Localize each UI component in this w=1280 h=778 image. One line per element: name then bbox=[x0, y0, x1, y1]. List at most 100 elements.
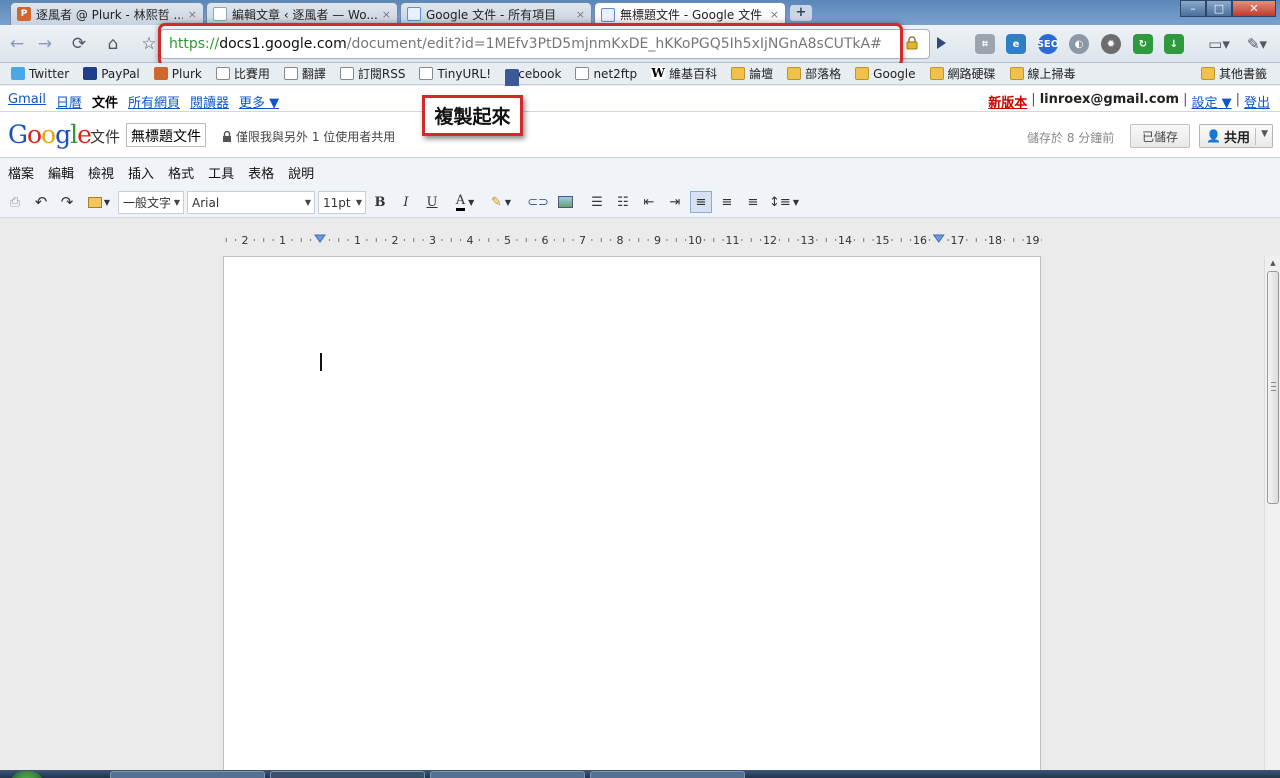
lock-icon[interactable] bbox=[905, 36, 919, 50]
tab-edit-post[interactable]: 編輯文章 ‹ 逐風者 — Wo... × bbox=[206, 2, 398, 25]
menu-insert[interactable]: 插入 bbox=[128, 163, 154, 182]
bookmark-translate[interactable]: 翻譯 bbox=[279, 64, 331, 84]
bookmark-folder-blog[interactable]: 部落格 bbox=[782, 64, 846, 84]
gbar-link-more[interactable]: 更多 ▼ bbox=[239, 92, 279, 111]
align-left-button[interactable]: ≡ bbox=[690, 191, 712, 213]
bookmark-paypal[interactable]: PayPal bbox=[78, 64, 145, 84]
bookmark-folder-online-scan[interactable]: 線上掃毒 bbox=[1005, 64, 1081, 84]
numbered-list-icon[interactable]: ☰ bbox=[588, 192, 606, 212]
chevron-down-icon[interactable]: ▼ bbox=[1261, 129, 1268, 139]
wrench-menu-icon[interactable]: ✎▾ bbox=[1242, 31, 1272, 57]
bookmark-folder-google[interactable]: Google bbox=[850, 64, 920, 84]
taskbar-item[interactable] bbox=[110, 771, 265, 778]
signout-link[interactable]: 登出 bbox=[1244, 92, 1270, 111]
taskbar-item[interactable] bbox=[590, 771, 745, 778]
menu-edit[interactable]: 編輯 bbox=[48, 163, 74, 182]
text-color-button[interactable]: A ▼ bbox=[450, 192, 480, 212]
tab-plurk[interactable]: P 逐風者 @ Plurk - 林熙哲 ... × bbox=[10, 2, 204, 25]
reload-icon[interactable]: ⟳ bbox=[66, 31, 92, 57]
other-bookmarks[interactable]: 其他書籤 bbox=[1196, 63, 1272, 83]
globe-icon[interactable]: ◐ bbox=[1069, 34, 1089, 54]
bookmark-twitter[interactable]: Twitter bbox=[6, 64, 74, 84]
print-icon[interactable]: ⎙ bbox=[6, 192, 24, 212]
new-version-link[interactable]: 新版本 bbox=[988, 92, 1027, 111]
undo-icon[interactable]: ↶ bbox=[32, 192, 50, 212]
maximize-button[interactable]: □ bbox=[1206, 0, 1232, 17]
bookmark-tinyurl[interactable]: TinyURL! bbox=[414, 64, 496, 84]
redo-icon[interactable]: ↷ bbox=[58, 192, 76, 212]
align-right-icon[interactable]: ≡ bbox=[744, 192, 762, 212]
underline-button[interactable]: U bbox=[424, 192, 440, 212]
extension-icon[interactable]: ⌗ bbox=[975, 34, 995, 54]
gbar-link-web[interactable]: 所有網頁 bbox=[128, 92, 180, 111]
close-icon[interactable]: × bbox=[576, 8, 585, 21]
menu-help[interactable]: 說明 bbox=[288, 163, 314, 182]
insert-image-icon[interactable] bbox=[556, 192, 574, 212]
bookmark-rss[interactable]: 訂閱RSS bbox=[335, 64, 411, 84]
scroll-thumb[interactable] bbox=[1267, 271, 1279, 504]
bookmark-plurk[interactable]: Plurk bbox=[149, 64, 207, 84]
new-tab-button[interactable]: + bbox=[790, 5, 812, 21]
font-size-select[interactable]: 11pt ▼ bbox=[318, 191, 366, 214]
close-icon[interactable]: × bbox=[770, 8, 779, 21]
go-icon[interactable] bbox=[934, 36, 948, 50]
taskbar-item[interactable] bbox=[270, 771, 425, 778]
line-spacing-button[interactable]: ↕≡ ▼ bbox=[768, 192, 800, 212]
tab-google-docs-list[interactable]: Google 文件 - 所有項目 × bbox=[400, 2, 592, 25]
address-bar[interactable]: https://docs1.google.com/document/edit?i… bbox=[160, 29, 930, 59]
address-bar-url[interactable]: https://docs1.google.com/document/edit?i… bbox=[169, 36, 882, 52]
close-icon[interactable]: × bbox=[188, 8, 197, 21]
gbar-link-reader[interactable]: 閱讀器 bbox=[190, 92, 229, 111]
google-logo[interactable]: Google bbox=[8, 120, 92, 149]
forward-icon[interactable]: → bbox=[32, 31, 58, 57]
menu-format[interactable]: 格式 bbox=[168, 163, 194, 182]
menu-view[interactable]: 檢視 bbox=[88, 163, 114, 182]
home-icon[interactable]: ⌂ bbox=[100, 31, 126, 57]
start-button[interactable] bbox=[10, 771, 44, 778]
sharing-status[interactable]: 僅限我與另外 1 位使用者共用 bbox=[222, 128, 395, 145]
window-close-button[interactable]: ✕ bbox=[1232, 0, 1276, 17]
bookmark-star-icon[interactable]: ☆ bbox=[136, 31, 162, 57]
link-icon[interactable]: ⊂⊃ bbox=[527, 192, 549, 212]
close-icon[interactable]: × bbox=[382, 8, 391, 21]
download-icon[interactable]: ↓ bbox=[1164, 34, 1184, 54]
tab-untitled-document[interactable]: 無標題文件 - Google 文件 × bbox=[594, 2, 786, 26]
sync-icon[interactable]: ↻ bbox=[1133, 34, 1153, 54]
seo-icon[interactable]: SEO bbox=[1037, 34, 1059, 54]
paint-format-icon[interactable]: ▼ bbox=[84, 192, 114, 212]
page-menu-icon[interactable]: ▭▾ bbox=[1204, 31, 1234, 57]
bookmark-wikipedia[interactable]: W 維基百科 bbox=[646, 64, 722, 84]
scroll-up-arrow[interactable]: ▲ bbox=[1265, 256, 1280, 270]
settings-link[interactable]: 設定 ▼ bbox=[1191, 92, 1231, 111]
bookmark-folder-forum[interactable]: 論壇 bbox=[726, 64, 778, 84]
document-title[interactable]: 無標題文件 bbox=[126, 123, 206, 147]
taskbar-item[interactable] bbox=[430, 771, 585, 778]
bookmark-label: PayPal bbox=[101, 66, 140, 81]
increase-indent-icon[interactable]: ⇥ bbox=[666, 192, 684, 212]
minimize-button[interactable]: – bbox=[1180, 0, 1206, 17]
back-icon[interactable]: ← bbox=[4, 31, 30, 57]
paragraph-style-select[interactable]: 一般文字 ▼ bbox=[118, 191, 184, 214]
gbar-link-calendar[interactable]: 日曆 bbox=[56, 92, 82, 111]
menu-tools[interactable]: 工具 bbox=[208, 163, 234, 182]
bookmark-contest[interactable]: 比賽用 bbox=[211, 64, 275, 84]
align-center-icon[interactable]: ≡ bbox=[718, 192, 736, 212]
bold-button[interactable]: B bbox=[372, 192, 388, 212]
font-select[interactable]: Arial ▼ bbox=[187, 191, 315, 214]
decrease-indent-icon[interactable]: ⇤ bbox=[640, 192, 658, 212]
saved-button[interactable]: 已儲存 bbox=[1130, 124, 1190, 148]
bookmark-folder-online-drive[interactable]: 網路硬碟 bbox=[925, 64, 1001, 84]
bulleted-list-icon[interactable]: ☷ bbox=[614, 192, 632, 212]
document-page[interactable] bbox=[223, 256, 1041, 778]
bookmark-facebook[interactable]: Facebook bbox=[500, 64, 566, 89]
menu-file[interactable]: 檔案 bbox=[8, 163, 34, 182]
vertical-scrollbar[interactable]: ▲ bbox=[1264, 256, 1280, 778]
menu-table[interactable]: 表格 bbox=[248, 163, 274, 182]
italic-button[interactable]: I bbox=[398, 192, 414, 212]
share-button[interactable]: 👤 共用 ▼ bbox=[1199, 124, 1273, 148]
highlight-color-button[interactable]: ✎ ▼ bbox=[486, 192, 516, 212]
gbar-link-gmail[interactable]: Gmail bbox=[8, 92, 46, 111]
bookmark-net2ftp[interactable]: net2ftp bbox=[570, 64, 642, 84]
ie-tab-icon[interactable]: e bbox=[1006, 34, 1026, 54]
gear-icon[interactable]: ✹ bbox=[1101, 34, 1121, 54]
